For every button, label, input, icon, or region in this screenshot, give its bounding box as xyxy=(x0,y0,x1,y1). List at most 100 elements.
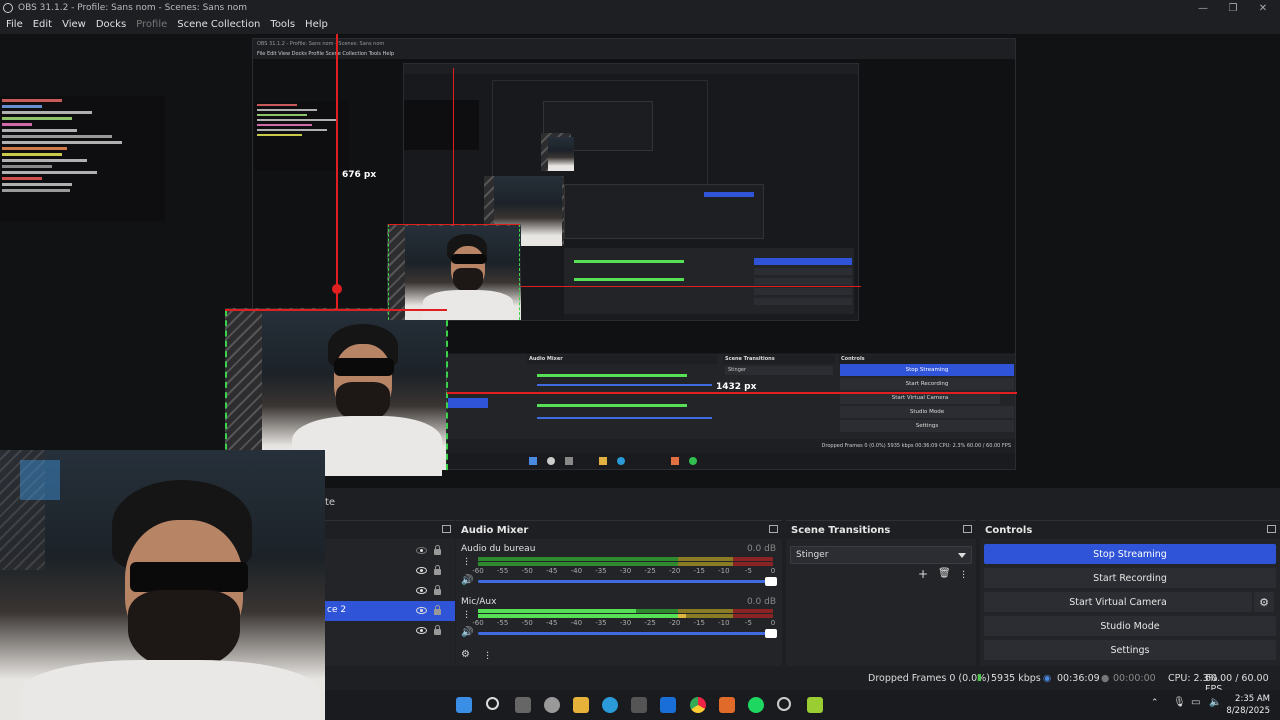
network-icon[interactable]: ▭ xyxy=(1191,697,1200,708)
meter-tick-label: -25 xyxy=(644,567,656,575)
horizontal-measure-label: 1432 px xyxy=(716,382,757,392)
undock-icon[interactable] xyxy=(769,525,778,533)
eye-hidden-icon[interactable] xyxy=(416,547,427,554)
channel-menu-icon[interactable]: · · · xyxy=(465,608,468,624)
scene-transitions-header: Scene Transitions xyxy=(786,521,976,539)
transition-select[interactable]: Stinger xyxy=(790,546,972,564)
maximize-button[interactable]: ❐ xyxy=(1218,0,1248,16)
dock-tab-bar: te xyxy=(325,490,1280,520)
audio-mixer-title: Audio Mixer xyxy=(461,524,529,536)
slider-knob[interactable] xyxy=(765,577,777,586)
source-row[interactable] xyxy=(325,581,455,601)
source-label: ce 2 xyxy=(327,605,347,615)
lock-icon[interactable] xyxy=(434,605,441,615)
volume-slider-mic[interactable] xyxy=(478,629,777,638)
sunglasses xyxy=(130,562,248,592)
settings-gear-icon[interactable] xyxy=(544,697,560,713)
bitrate: 5935 kbps xyxy=(991,673,1041,684)
menu-scene-collection[interactable]: Scene Collection xyxy=(177,19,260,30)
media-player-icon[interactable] xyxy=(807,697,823,713)
audio-mixer-dock: Audio Mixer Audio du bureau 0.0 dB · · · -… xyxy=(456,520,782,666)
menu-bar: File Edit View Docks Profile Scene Colle… xyxy=(0,16,1280,32)
eye-icon[interactable] xyxy=(416,627,427,634)
source-row[interactable] xyxy=(325,541,455,561)
slider-knob[interactable] xyxy=(765,629,777,638)
source-row[interactable] xyxy=(325,621,455,641)
undock-icon[interactable] xyxy=(442,525,451,533)
speaker-icon[interactable]: 🔊 xyxy=(461,575,473,586)
record-time: 00:00:00 xyxy=(1113,673,1156,684)
start-recording-button[interactable]: Start Recording xyxy=(984,568,1276,588)
advanced-audio-icon[interactable]: ⚙ xyxy=(461,649,470,660)
obs-taskbar-icon[interactable] xyxy=(777,697,791,711)
source-row-selected[interactable]: ce 2 xyxy=(325,601,455,621)
speaker-icon[interactable]: 🔊 xyxy=(461,627,473,638)
meter-tick-label: -25 xyxy=(644,619,656,627)
windows-start-icon[interactable] xyxy=(456,697,472,713)
start-virtual-camera-button[interactable]: Start Virtual Camera xyxy=(984,592,1252,612)
clock-time: 2:35 AM xyxy=(1235,694,1270,704)
status-bar: Dropped Frames 0 (0.0%) ▮ 5935 kbps ◉ 00… xyxy=(325,668,1280,695)
stop-streaming-button[interactable]: Stop Streaming xyxy=(984,544,1276,564)
vertical-guide xyxy=(336,34,338,310)
meter-tick-label: -45 xyxy=(546,619,558,627)
menu-file[interactable]: File xyxy=(6,19,23,30)
search-icon[interactable] xyxy=(486,697,499,710)
tray-chevron-icon[interactable]: ⌃ xyxy=(1151,698,1159,708)
volume-slider-desktop[interactable] xyxy=(478,577,777,586)
chrome-icon[interactable] xyxy=(690,697,706,713)
mixer-menu-icon[interactable]: · · · xyxy=(486,649,489,665)
app-icon[interactable] xyxy=(719,697,735,713)
close-button[interactable]: ✕ xyxy=(1248,0,1278,16)
lock-icon[interactable] xyxy=(434,585,441,595)
transition-value: Stinger xyxy=(796,550,829,560)
menu-docks[interactable]: Docks xyxy=(96,19,126,30)
stream-time: 00:36:09 xyxy=(1057,673,1100,684)
clock[interactable]: 2:35 AM 8/28/2025 xyxy=(1226,693,1270,717)
undock-icon[interactable] xyxy=(963,525,972,533)
microphone-icon[interactable]: 🎙 xyxy=(1173,697,1186,708)
store-icon[interactable] xyxy=(631,697,647,713)
source-row[interactable] xyxy=(325,561,455,581)
file-explorer-icon[interactable] xyxy=(573,697,589,713)
top-guide xyxy=(225,309,447,311)
transition-menu-icon[interactable]: · · · xyxy=(962,568,965,584)
settings-button[interactable]: Settings xyxy=(984,640,1276,660)
edge-icon[interactable] xyxy=(602,697,618,713)
outlook-icon[interactable] xyxy=(660,697,676,713)
minimize-button[interactable]: — xyxy=(1188,0,1218,16)
chevron-down-icon xyxy=(958,553,966,558)
signal-icon: ▮ xyxy=(977,673,982,683)
trash-icon[interactable]: 🗑 xyxy=(938,568,951,579)
lock-icon[interactable] xyxy=(434,625,441,635)
add-icon[interactable]: + xyxy=(918,567,928,581)
volume-icon[interactable]: 🔈 xyxy=(1209,697,1221,708)
menu-tools[interactable]: Tools xyxy=(270,19,295,30)
virtual-camera-settings-gear-icon[interactable]: ⚙ xyxy=(1254,592,1274,612)
eye-icon[interactable] xyxy=(416,587,427,594)
undock-icon[interactable] xyxy=(1267,525,1276,533)
lock-icon[interactable] xyxy=(434,545,441,555)
studio-mode-button[interactable]: Studio Mode xyxy=(984,616,1276,636)
channel-menu-icon[interactable]: · · · xyxy=(465,555,468,571)
scene-transitions-dock: Scene Transitions Stinger + 🗑 · · · xyxy=(786,520,976,666)
controls-dock: Controls Stop Streaming Start Recording … xyxy=(980,520,1280,666)
obs-logo-icon xyxy=(3,3,13,13)
task-view-icon[interactable] xyxy=(515,697,531,713)
volume-meter-mic xyxy=(478,609,773,613)
eye-icon[interactable] xyxy=(416,607,427,614)
lock-icon[interactable] xyxy=(434,565,441,575)
meter-tick-label: -35 xyxy=(595,567,607,575)
menu-view[interactable]: View xyxy=(62,19,86,30)
webcam-overlay xyxy=(0,450,325,720)
menu-help[interactable]: Help xyxy=(305,19,328,30)
spotify-icon[interactable] xyxy=(748,697,764,713)
vertical-measure-label: 676 px xyxy=(342,170,377,180)
meter-tick-label: -15 xyxy=(693,567,705,575)
preview-canvas[interactable]: OBS 31.1.2 - Profile: Sans nom - Scenes:… xyxy=(0,34,1280,488)
meter-tick-label: -35 xyxy=(595,619,607,627)
scenes-tab-partial[interactable]: te xyxy=(325,497,335,508)
menu-edit[interactable]: Edit xyxy=(33,19,52,30)
menu-profile[interactable]: Profile xyxy=(136,19,167,30)
eye-icon[interactable] xyxy=(416,567,427,574)
